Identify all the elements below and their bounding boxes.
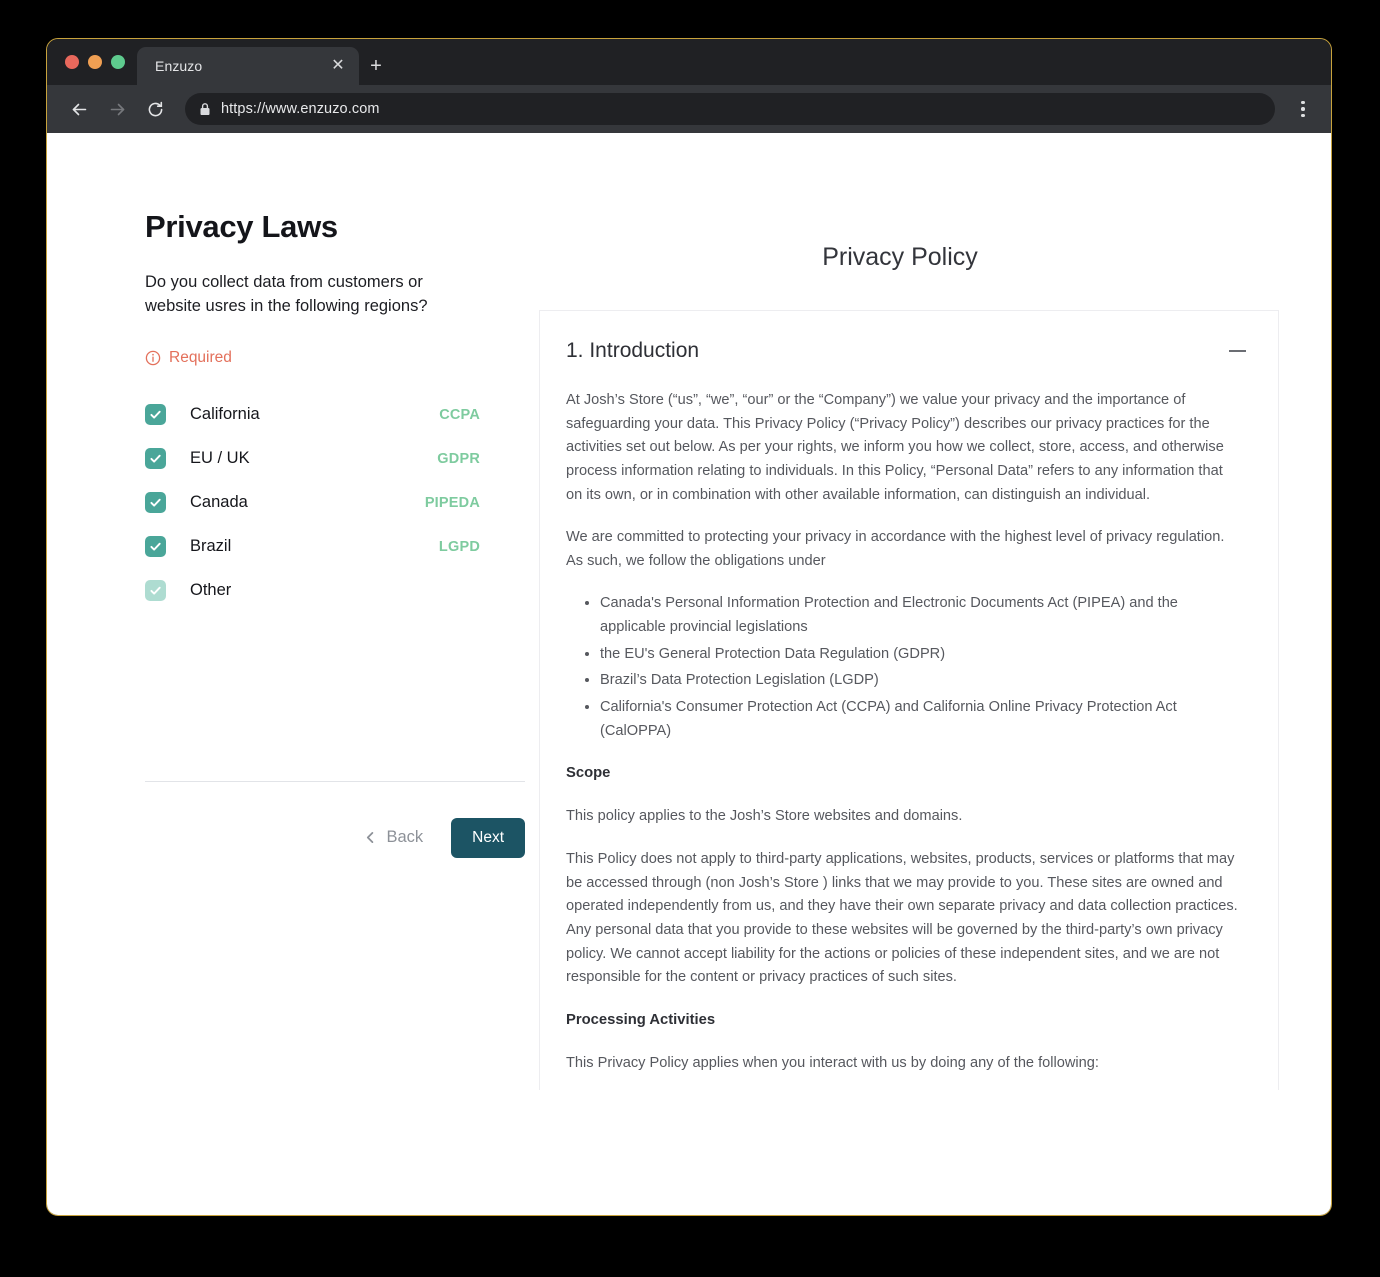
policy-section-header[interactable]: 1. Introduction <box>540 311 1278 389</box>
close-tab-icon[interactable]: ✕ <box>329 58 347 74</box>
policy-paragraph: At Josh’s Store (“us”, “we”, “our” or th… <box>566 392 1224 503</box>
info-circle-icon <box>145 350 161 366</box>
region-label: Other <box>190 581 232 600</box>
wizard-actions: Back Next <box>145 817 525 858</box>
tab-strip: Enzuzo ✕ + <box>47 39 1331 85</box>
policy-preview-title: Privacy Policy <box>822 243 978 271</box>
lock-icon <box>200 103 210 115</box>
policy-paragraph: This Privacy Policy applies when you int… <box>566 1054 1099 1071</box>
checkbox-other[interactable] <box>145 580 166 602</box>
required-label: Required <box>169 348 232 366</box>
chevron-left-icon <box>367 832 374 844</box>
checkbox-canada[interactable] <box>145 492 166 514</box>
region-checkbox-list: California CCPA EU / UK GDPR Canada PIPE… <box>145 393 480 613</box>
region-row-eu-uk[interactable]: EU / UK GDPR <box>145 437 480 481</box>
page-content: Privacy Laws Do you collect data from cu… <box>47 133 1331 1215</box>
form-divider <box>145 780 525 782</box>
list-item: California's Consumer Protection Act (CC… <box>600 696 1238 743</box>
policy-paragraph: This policy applies to the Josh’s Store … <box>566 808 963 825</box>
region-row-other[interactable]: Other <box>145 569 480 613</box>
maximize-window-button[interactable] <box>111 55 125 69</box>
window-controls <box>61 39 137 85</box>
kebab-menu-icon[interactable] <box>1289 93 1317 125</box>
browser-window: Enzuzo ✕ + https://www.enzuzo.com Privac… <box>46 38 1332 1216</box>
arrow-left-icon[interactable] <box>63 93 95 125</box>
minus-icon[interactable] <box>1229 350 1246 352</box>
policy-paragraph: This Policy does not apply to third-part… <box>566 850 1238 986</box>
required-notice: Required <box>145 349 517 367</box>
reload-icon[interactable] <box>139 93 171 125</box>
region-law-tag: PIPEDA <box>424 494 480 511</box>
policy-section-title: 1. Introduction <box>566 339 700 362</box>
policy-preview-panel: Privacy Policy 1. Introduction At Josh’s… <box>517 133 1331 1215</box>
page-subtitle: Do you collect data from customers or we… <box>145 273 428 315</box>
policy-paragraph: We are committed to protecting your priv… <box>566 529 1225 569</box>
back-button[interactable]: Back <box>360 822 427 853</box>
browser-tab[interactable]: Enzuzo ✕ <box>137 47 359 85</box>
checkbox-california[interactable] <box>145 404 166 426</box>
region-law-tag: LGPD <box>438 538 480 555</box>
region-label: Canada <box>190 493 248 512</box>
region-row-california[interactable]: California CCPA <box>145 393 480 437</box>
browser-toolbar: https://www.enzuzo.com <box>47 85 1331 133</box>
region-label: EU / UK <box>190 449 250 468</box>
region-row-brazil[interactable]: Brazil LGPD <box>145 525 480 569</box>
list-item: the EU's General Protection Data Regulat… <box>600 643 1238 667</box>
checkbox-eu-uk[interactable] <box>145 448 166 470</box>
obligations-list: Canada's Personal Information Protection… <box>566 592 1238 743</box>
region-law-tag: GDPR <box>437 450 480 467</box>
next-button[interactable]: Next <box>451 817 525 858</box>
back-button-label: Back <box>386 828 424 847</box>
list-item: Brazil’s Data Protection Legislation (LG… <box>600 669 1238 693</box>
policy-section-body: At Josh’s Store (“us”, “we”, “our” or th… <box>540 389 1278 1090</box>
address-bar-url: https://www.enzuzo.com <box>221 101 380 117</box>
policy-section-card: 1. Introduction At Josh’s Store (“us”, “… <box>539 310 1279 1090</box>
region-label: California <box>190 405 260 424</box>
close-window-button[interactable] <box>65 55 79 69</box>
arrow-right-icon[interactable] <box>101 93 133 125</box>
processing-activities-heading: Processing Activities <box>566 1011 716 1028</box>
page-title: Privacy Laws <box>145 209 338 244</box>
new-tab-icon[interactable]: + <box>359 47 393 85</box>
list-item: Canada's Personal Information Protection… <box>600 592 1238 639</box>
tab-title: Enzuzo <box>155 58 203 74</box>
region-law-tag: CCPA <box>439 406 480 423</box>
address-bar[interactable]: https://www.enzuzo.com <box>185 93 1275 125</box>
privacy-laws-panel: Privacy Laws Do you collect data from cu… <box>47 133 525 1215</box>
minimize-window-button[interactable] <box>88 55 102 69</box>
scope-heading: Scope <box>566 765 611 782</box>
region-label: Brazil <box>190 537 232 556</box>
region-row-canada[interactable]: Canada PIPEDA <box>145 481 480 525</box>
checkbox-brazil[interactable] <box>145 536 166 558</box>
